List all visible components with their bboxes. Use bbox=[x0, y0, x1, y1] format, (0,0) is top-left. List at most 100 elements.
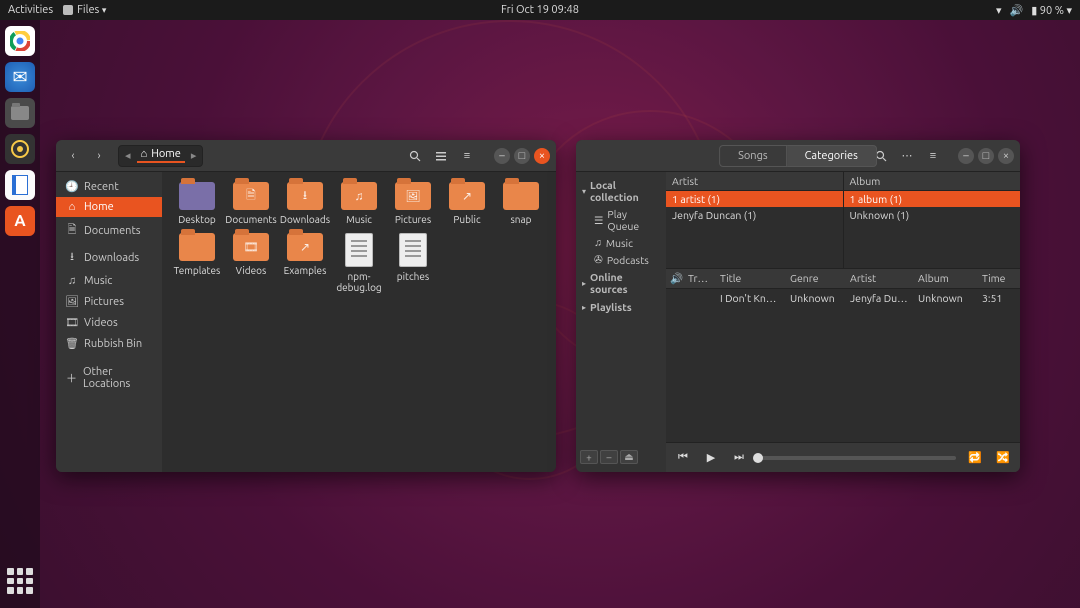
battery-indicator[interactable]: ▮ 90 % ▾ bbox=[1031, 4, 1072, 17]
dock-icon-software[interactable]: A bbox=[5, 206, 35, 236]
files-grid[interactable]: Desktop🗎Documents⭳Downloads♫Music🖼Pictur… bbox=[162, 172, 556, 472]
sidebar-item-recent[interactable]: 🕘Recent bbox=[56, 176, 162, 197]
file-label: pitches bbox=[397, 271, 429, 282]
nav-forward-button[interactable]: › bbox=[88, 145, 110, 167]
sidebar-item-label: Recent bbox=[84, 181, 119, 193]
music-more-button[interactable]: ⋯ bbox=[896, 145, 918, 167]
sidebar-item-home[interactable]: ⌂Home bbox=[56, 197, 162, 217]
music-titlebar: Songs Categories ⋯ ≡ – □ × bbox=[576, 140, 1020, 172]
sidebar-icon: 🎞 bbox=[66, 316, 78, 329]
sidebar-item-other-locations[interactable]: ＋Other Locations bbox=[56, 362, 162, 394]
home-icon: ⌂ bbox=[141, 148, 148, 160]
sidebar-item-label: Documents bbox=[84, 225, 141, 237]
sidebar-item-downloads[interactable]: ⭳ Downloads bbox=[56, 244, 162, 271]
track-row[interactable]: I Don't Know …UnknownJenyfa DuncanUnknow… bbox=[666, 289, 1020, 307]
sidebar-icon: ⭳ bbox=[66, 248, 78, 267]
music-window: Songs Categories ⋯ ≡ – □ × ▾Local collec… bbox=[576, 140, 1020, 472]
play-button[interactable]: ▶ bbox=[702, 451, 720, 464]
album-item[interactable]: 1 album (1) bbox=[844, 191, 1021, 207]
search-button[interactable] bbox=[404, 145, 426, 167]
playlist-eject-button[interactable]: ⏏ bbox=[620, 450, 638, 464]
artist-item[interactable]: 1 artist (1) bbox=[666, 191, 843, 207]
dock-icon-chrome[interactable] bbox=[5, 26, 35, 56]
sidebar-item-documents[interactable]: 🗎Documents bbox=[56, 217, 162, 244]
music-close-button[interactable]: × bbox=[998, 148, 1014, 164]
dock-icon-thunderbird[interactable]: ✉ bbox=[5, 62, 35, 92]
next-button[interactable]: ⏭ bbox=[730, 451, 748, 464]
hamburger-menu-button[interactable]: ≡ bbox=[456, 145, 478, 167]
path-segment-home[interactable]: ⌂ Home bbox=[137, 148, 185, 163]
sidebar-item-music[interactable]: ♫Music bbox=[56, 271, 162, 291]
folder-pictures[interactable]: 🖼Pictures bbox=[386, 182, 440, 225]
top-bar: Activities Files Fri Oct 19 09:48 ▾ 🔊 ▮ … bbox=[0, 0, 1080, 20]
file-label: npm-debug.log bbox=[332, 271, 386, 293]
sidebar-group-local[interactable]: ▾Local collection bbox=[576, 176, 666, 206]
show-applications-button[interactable] bbox=[7, 568, 33, 594]
album-browser[interactable]: Album 1 album (1)Unknown (1) bbox=[844, 172, 1021, 268]
folder-desktop[interactable]: Desktop bbox=[170, 182, 224, 225]
network-icon[interactable]: ▾ bbox=[996, 4, 1002, 17]
music-queue-button[interactable]: ≡ bbox=[922, 145, 944, 167]
sidebar-item-label: Music bbox=[84, 275, 112, 287]
progress-slider[interactable] bbox=[758, 456, 956, 460]
app-menu[interactable]: Files bbox=[63, 4, 106, 16]
prev-button[interactable]: ⏮ bbox=[674, 451, 692, 464]
music-minimize-button[interactable]: – bbox=[958, 148, 974, 164]
dock-icon-writer[interactable] bbox=[5, 170, 35, 200]
sidebar-group-online[interactable]: ▸Online sources bbox=[576, 268, 666, 298]
sidebar-item-rubbish-bin[interactable]: 🗑Rubbish Bin bbox=[56, 333, 162, 354]
sidebar-item-music[interactable]: ♫Music bbox=[576, 234, 666, 251]
activities-button[interactable]: Activities bbox=[8, 4, 53, 16]
folder-icon: ⭳ bbox=[287, 182, 323, 210]
sidebar-icon: ＋ bbox=[66, 370, 77, 386]
folder-templates[interactable]: Templates bbox=[170, 233, 224, 293]
sidebar-group-playlists[interactable]: ▸Playlists bbox=[576, 298, 666, 316]
artist-browser[interactable]: Artist 1 artist (1)Jenyfa Duncan (1) bbox=[666, 172, 844, 268]
dock: ✉ A bbox=[0, 20, 40, 608]
playlist-remove-button[interactable]: – bbox=[600, 450, 618, 464]
sidebar-item-label: Downloads bbox=[84, 252, 139, 264]
close-button[interactable]: × bbox=[534, 148, 550, 164]
album-item[interactable]: Unknown (1) bbox=[844, 207, 1021, 223]
file-label: Videos bbox=[236, 265, 267, 276]
track-table[interactable]: 🔊 Track Title Genre Artist Album Time I … bbox=[666, 268, 1020, 442]
view-toggle-button[interactable] bbox=[430, 145, 452, 167]
sidebar-icon: ⌂ bbox=[66, 201, 78, 213]
folder-documents[interactable]: 🗎Documents bbox=[224, 182, 278, 225]
folder-videos[interactable]: 🎞 Videos bbox=[224, 233, 278, 293]
folder-downloads[interactable]: ⭳Downloads bbox=[278, 182, 332, 225]
folder-snap[interactable]: snap bbox=[494, 182, 548, 225]
file-icon bbox=[345, 233, 373, 267]
folder-music[interactable]: ♫Music bbox=[332, 182, 386, 225]
sidebar-item-pictures[interactable]: 🖼Pictures bbox=[56, 291, 162, 312]
repeat-button[interactable]: 🔁 bbox=[966, 451, 984, 464]
clock[interactable]: Fri Oct 19 09:48 bbox=[501, 4, 579, 16]
nav-back-button[interactable]: ‹ bbox=[62, 145, 84, 167]
playlist-add-button[interactable]: + bbox=[580, 450, 598, 464]
folder-public[interactable]: ↗Public bbox=[440, 182, 494, 225]
file-pitches[interactable]: pitches bbox=[386, 233, 440, 293]
artist-item[interactable]: Jenyfa Duncan (1) bbox=[666, 207, 843, 223]
shuffle-button[interactable]: 🔀 bbox=[994, 451, 1012, 464]
sidebar-item-label: Rubbish Bin bbox=[84, 338, 142, 350]
file-label: Templates bbox=[174, 265, 221, 276]
volume-icon[interactable]: 🔊 bbox=[1009, 4, 1023, 17]
minimize-button[interactable]: – bbox=[494, 148, 510, 164]
tab-categories[interactable]: Categories bbox=[787, 145, 877, 167]
sidebar-item-videos[interactable]: 🎞Videos bbox=[56, 312, 162, 333]
file-npm-debug-log[interactable]: npm-debug.log bbox=[332, 233, 386, 293]
music-sidebar: ▾Local collection ☰Play Queue ♫Music ✇Po… bbox=[576, 172, 666, 472]
dock-icon-rhythmbox[interactable] bbox=[5, 134, 35, 164]
folder-icon: 🎞 bbox=[233, 233, 269, 261]
tab-songs[interactable]: Songs bbox=[719, 145, 787, 167]
path-bar[interactable]: ◂ ⌂ Home ▸ bbox=[118, 145, 203, 167]
maximize-button[interactable]: □ bbox=[514, 148, 530, 164]
music-maximize-button[interactable]: □ bbox=[978, 148, 994, 164]
file-label: Examples bbox=[284, 265, 327, 276]
folder-examples[interactable]: ↗Examples bbox=[278, 233, 332, 293]
dock-icon-files[interactable] bbox=[5, 98, 35, 128]
files-titlebar: ‹ › ◂ ⌂ Home ▸ ≡ – □ × bbox=[56, 140, 556, 172]
sidebar-item-podcasts[interactable]: ✇Podcasts bbox=[576, 251, 666, 268]
sidebar-item-play-queue[interactable]: ☰Play Queue bbox=[576, 206, 666, 234]
file-label: Documents bbox=[225, 214, 276, 225]
